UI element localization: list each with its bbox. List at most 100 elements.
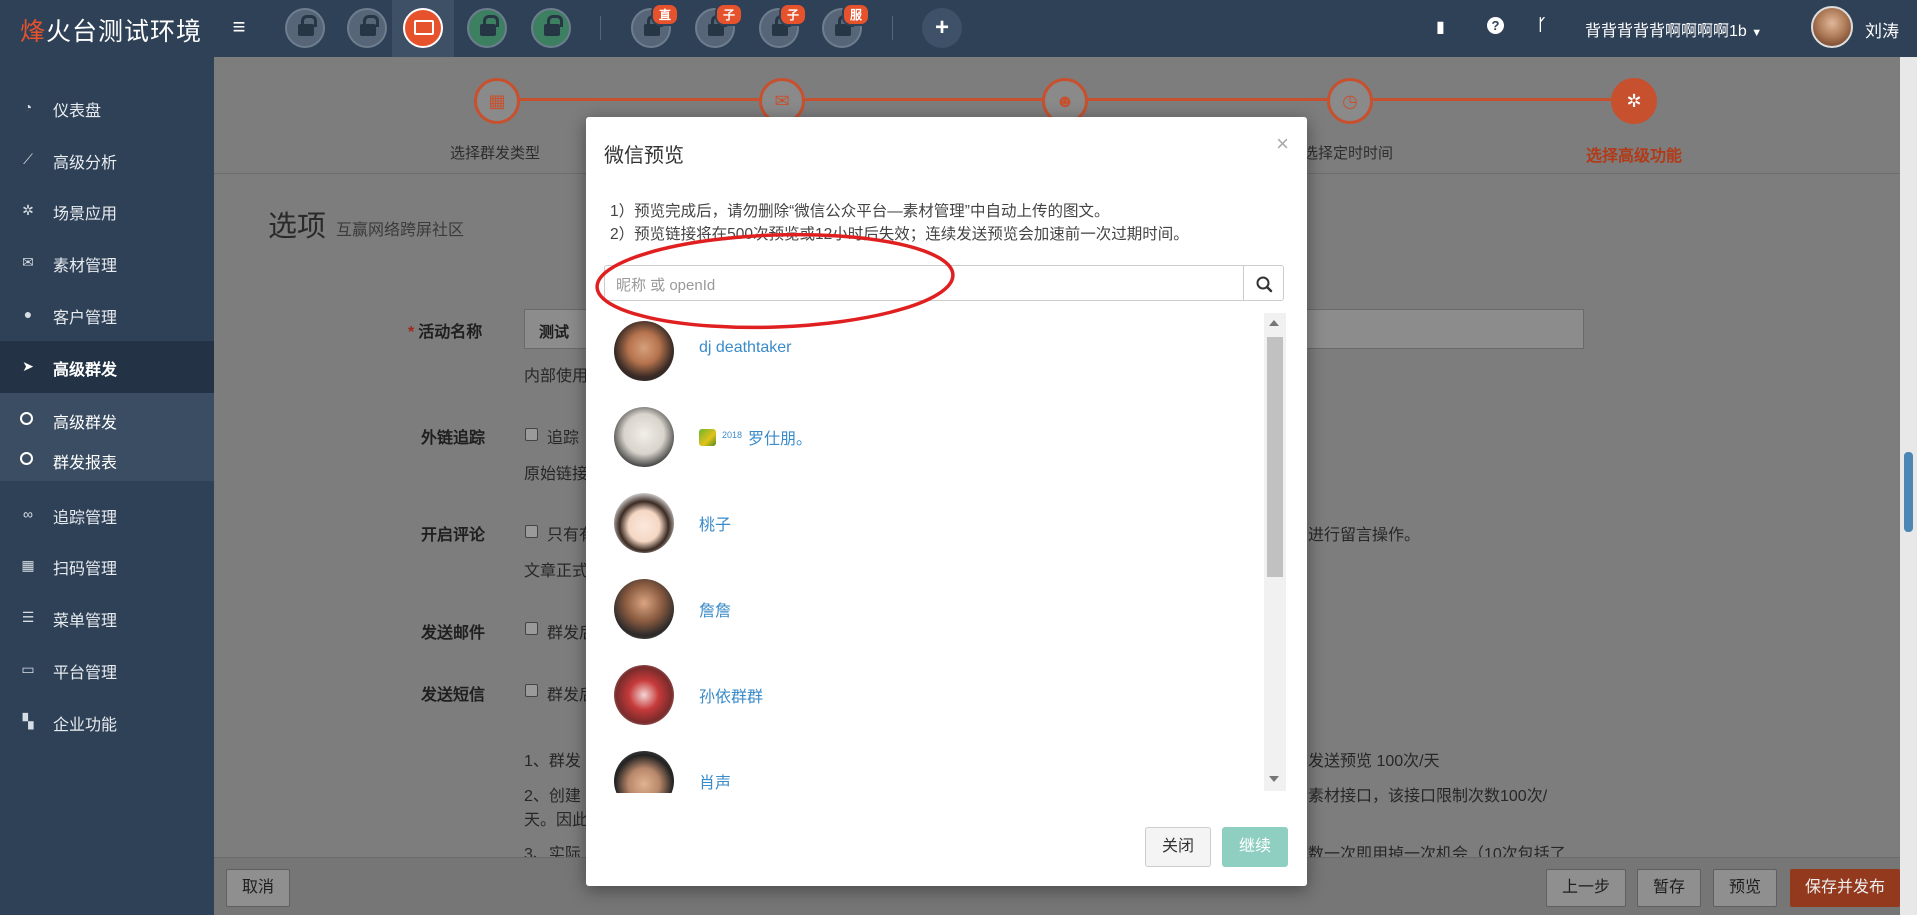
send-email-checkbox[interactable] <box>525 622 538 635</box>
avatar <box>614 321 674 381</box>
sidebar-item-menu[interactable]: ☰ 菜单管理 <box>0 592 214 642</box>
list-item[interactable]: dj deathtaker <box>604 321 1244 407</box>
app-switcher-1[interactable] <box>274 0 336 57</box>
cancel-button[interactable]: 取消 <box>226 869 290 907</box>
caret-down-icon: ▼ <box>1751 27 1763 39</box>
branch-icon[interactable]: ᚴ <box>1537 17 1547 35</box>
note-2-tail: 素材接口，该接口限制次数100次/ <box>1308 788 1548 805</box>
divider <box>892 16 893 40</box>
app-switcher-2[interactable] <box>336 0 398 57</box>
scroll-up-icon[interactable] <box>1269 320 1279 326</box>
list-item[interactable]: 孙依群群 <box>604 665 1244 751</box>
app-switcher-9[interactable]: 服 <box>811 0 873 57</box>
qrcode-icon: ▦ <box>21 557 35 573</box>
avatar <box>614 407 674 467</box>
sidebar-item-analytics[interactable]: ⟋ 高级分析 <box>0 134 214 184</box>
book-icon[interactable]: ▮ <box>1436 17 1445 37</box>
page-subtitle: 互赢网络跨屏社区 <box>336 222 465 239</box>
close-icon[interactable]: × <box>1276 131 1289 157</box>
app-badge: 子 <box>778 3 807 26</box>
user-name[interactable]: 刘涛 <box>1865 17 1899 42</box>
tip-1: 1）预览完成后，请勿删除“微信公众平台—素材管理”中自动上传的图文。 <box>610 203 1110 220</box>
app-switcher-5[interactable] <box>520 0 582 57</box>
note-2: 2、创建 <box>524 788 581 805</box>
avatar <box>614 493 674 553</box>
step-type[interactable]: ▦ <box>474 78 520 124</box>
modal-title: 微信预览 <box>604 145 684 167</box>
brand-logo[interactable]: 烽火台测试环境 <box>20 12 202 48</box>
app-switcher-8[interactable]: 子 <box>748 0 810 57</box>
screen-icon <box>414 20 434 35</box>
app-switcher-3[interactable] <box>392 0 454 57</box>
comment-hint: 文章正式 <box>524 563 589 580</box>
link-tracking-checkbox[interactable] <box>525 428 538 441</box>
link-tracking-text: 追踪 <box>547 430 580 447</box>
save-publish-button[interactable]: 保存并发布 <box>1790 869 1900 907</box>
save-draft-button[interactable]: 暂存 <box>1637 869 1701 907</box>
lock-icon <box>360 15 379 36</box>
grid-icon: ▚ <box>22 713 34 729</box>
menu-toggle-icon[interactable]: ≡ <box>226 14 252 40</box>
gear-icon: ✲ <box>22 202 34 218</box>
note-2b: 天。因此 <box>524 812 589 829</box>
help-icon[interactable]: ? <box>1487 17 1504 34</box>
step-label-type: 选择群发类型 <box>450 145 541 162</box>
wechat-preview-modal: 微信预览 × 1）预览完成后，请勿删除“微信公众平台—素材管理”中自动上传的图文… <box>586 117 1307 886</box>
paper-plane-icon: ➤ <box>22 358 34 374</box>
sidebar-item-customers[interactable]: ● 客户管理 <box>0 289 214 339</box>
activity-hint: 内部使用 <box>524 368 589 385</box>
sidebar-item-tracking[interactable]: ∞ 追踪管理 <box>0 489 214 539</box>
add-app-button[interactable]: + <box>922 8 962 48</box>
list-item[interactable]: 肖声 <box>604 751 1244 793</box>
prev-step-button[interactable]: 上一步 <box>1546 869 1626 907</box>
note-1-tail: 发送预览 100次/天 <box>1308 753 1440 770</box>
list-icon: ☰ <box>21 609 35 625</box>
flag-icon <box>699 429 716 446</box>
sidebar-item-dashboard[interactable]: ◔ 仪表盘 <box>0 82 214 132</box>
tip-2: 2）预览链接将在500次预览或12小时后失效；连续发送预览会加速前一次过期时间。 <box>610 226 1189 243</box>
close-button[interactable]: 关闭 <box>1145 827 1211 867</box>
sidebar-item-scenes[interactable]: ✲ 场景应用 <box>0 185 214 235</box>
preview-button[interactable]: 预览 <box>1713 869 1777 907</box>
app-switcher-7[interactable]: 子 <box>684 0 746 57</box>
envelope-icon: ✉ <box>22 254 34 270</box>
send-sms-checkbox[interactable] <box>525 684 538 697</box>
sidebar-subitem-mass-send[interactable]: 高级群发 <box>0 400 214 438</box>
avatar <box>614 579 674 639</box>
continue-button[interactable]: 继续 <box>1222 827 1288 867</box>
page-scrollbar-thumb[interactable] <box>1904 452 1913 532</box>
app-badge: 直 <box>650 3 679 26</box>
lock-icon <box>544 15 563 36</box>
sidebar-item-qrcode[interactable]: ▦ 扫码管理 <box>0 540 214 590</box>
note-1: 1、群发 <box>524 753 581 770</box>
app-switcher-4[interactable] <box>456 0 518 57</box>
scroll-down-icon[interactable] <box>1269 776 1279 782</box>
step-advanced[interactable]: ✲ <box>1611 78 1657 124</box>
step-label-schedule: 选择定时时间 <box>1303 145 1394 162</box>
sidebar-item-mass-send[interactable]: ➤ 高级群发 <box>0 341 214 393</box>
account-dropdown[interactable]: 背背背背背啊啊啊啊1b ▼ <box>1585 17 1762 41</box>
sidebar-item-platform[interactable]: ▭ 平台管理 <box>0 644 214 694</box>
sidebar-item-enterprise[interactable]: ▚ 企业功能 <box>0 696 214 746</box>
modal-tips: 1）预览完成后，请勿删除“微信公众平台—素材管理”中自动上传的图文。 2）预览链… <box>610 200 1189 246</box>
search-input[interactable]: 昵称 或 openId <box>604 265 1244 301</box>
users-icon: ☻ <box>1055 91 1075 111</box>
grid-icon: ▦ <box>488 91 506 111</box>
list-item[interactable]: 2018 罗仕朋。 <box>604 407 1244 493</box>
sidebar-item-materials[interactable]: ✉ 素材管理 <box>0 237 214 287</box>
original-link-text: 原始链接 <box>524 466 589 483</box>
app-badge: 服 <box>841 3 870 26</box>
user-list-scrollbar-thumb[interactable] <box>1267 337 1283 577</box>
avatar <box>614 751 674 793</box>
comment-label: 开启评论 <box>421 527 486 544</box>
user-icon: ● <box>23 306 33 322</box>
list-item[interactable]: 詹詹 <box>604 579 1244 665</box>
comment-checkbox[interactable] <box>525 525 538 538</box>
sidebar-subitem-report[interactable]: 群发报表 <box>0 440 214 478</box>
comment-text-tail: 进行留言操作。 <box>1308 527 1421 544</box>
app-switcher-6[interactable]: 直 <box>620 0 682 57</box>
user-avatar[interactable] <box>1811 6 1853 48</box>
step-schedule[interactable]: ◷ <box>1327 78 1373 124</box>
list-item[interactable]: 桃子 <box>604 493 1244 579</box>
search-button[interactable] <box>1243 265 1284 301</box>
